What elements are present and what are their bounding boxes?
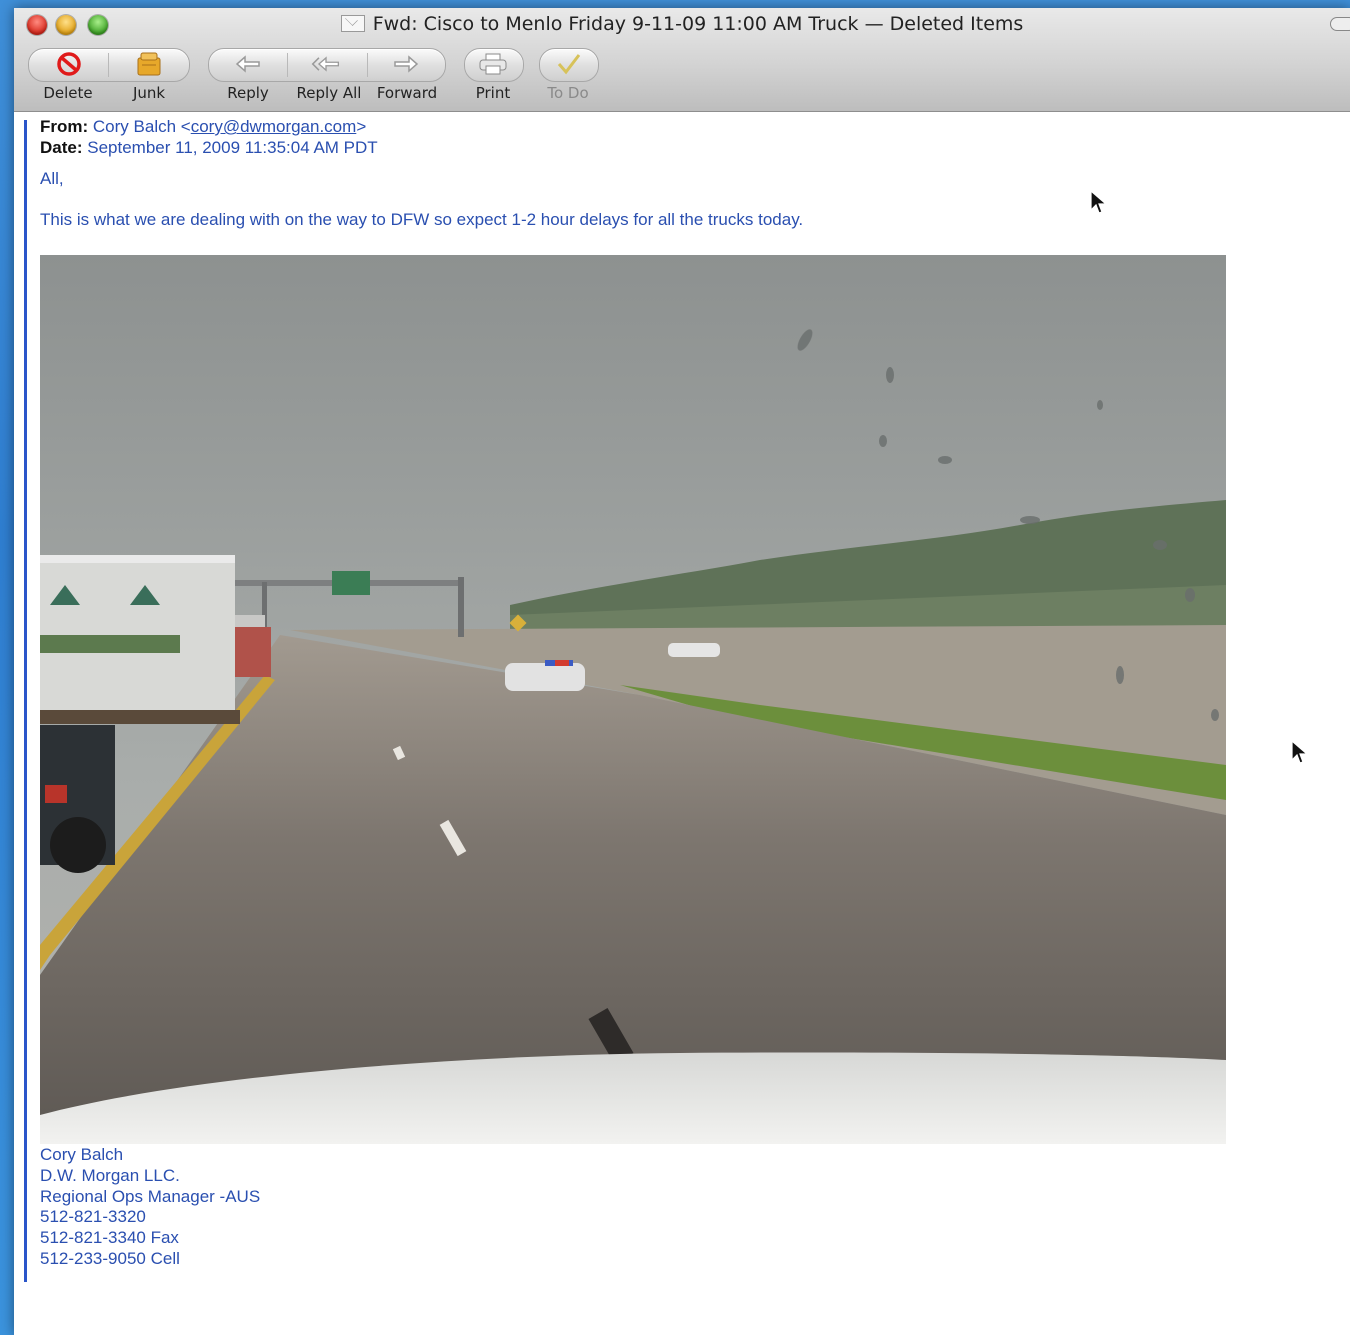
from-label: From: [40, 117, 89, 136]
delete-button[interactable]: Delete [42, 84, 94, 102]
greeting-text: All, [40, 169, 64, 188]
junk-button[interactable]: Junk [129, 84, 169, 102]
flooded-highway-photo[interactable] [40, 255, 1226, 1144]
from-line: From: Cory Balch <cory@dwmorgan.com> [40, 117, 367, 136]
signature-line: 512-233-9050 Cell [40, 1248, 180, 1268]
window-title: Fwd: Cisco to Menlo Friday 9-11-09 11:00… [14, 13, 1350, 35]
from-email-link[interactable]: cory@dwmorgan.com [191, 117, 357, 136]
date-line: Date: September 11, 2009 11:35:04 AM PDT [40, 138, 378, 158]
window-title-text: Fwd: Cisco to Menlo Friday 9-11-09 11:00… [372, 13, 1024, 35]
no-entry-icon[interactable] [54, 51, 84, 77]
reply-all-arrow-icon[interactable] [311, 51, 341, 77]
signature-line: 512-821-3340 Fax [40, 1228, 179, 1248]
message-content: From: Cory Balch <cory@dwmorgan.com> Dat… [14, 112, 1350, 1335]
toolbar-separator [108, 53, 109, 77]
toolbar-separator [367, 53, 368, 77]
photo-drawing [40, 255, 1226, 1144]
forward-arrow-icon[interactable] [391, 51, 421, 77]
reply-arrow-icon[interactable] [233, 51, 263, 77]
junk-bag-icon[interactable] [134, 51, 164, 77]
reply-all-button[interactable]: Reply All [293, 84, 365, 102]
body-text: This is what we are dealing with on the … [40, 210, 804, 229]
signature-line: Cory Balch [40, 1145, 124, 1164]
reply-button[interactable]: Reply [222, 84, 274, 102]
quote-bar [24, 120, 27, 1282]
envelope-icon [340, 15, 365, 32]
toolbar-toggle-button[interactable] [1330, 17, 1350, 31]
delete-junk-group [28, 48, 190, 82]
from-name: Cory Balch [92, 117, 177, 136]
forward-button[interactable]: Forward [373, 84, 441, 102]
signature-block: Cory Balch D.W. Morgan LLC. Regional Ops… [40, 1145, 260, 1270]
mouse-pointer-icon [1291, 740, 1309, 764]
toolbar-separator [287, 53, 288, 77]
mail-message-window: Fwd: Cisco to Menlo Friday 9-11-09 11:00… [14, 8, 1350, 1335]
todo-button[interactable]: To Do [540, 84, 596, 102]
signature-line: D.W. Morgan LLC. [40, 1165, 180, 1185]
checkmark-icon[interactable] [554, 51, 584, 77]
signature-line: Regional Ops Manager -AUS [40, 1186, 261, 1206]
title-toolbar-bar: Fwd: Cisco to Menlo Friday 9-11-09 11:00… [14, 8, 1350, 112]
signature-line: 512-821-3320 [40, 1207, 146, 1227]
date-value: September 11, 2009 11:35:04 AM PDT [87, 138, 378, 157]
date-label: Date: [40, 138, 83, 157]
print-button[interactable]: Print [470, 84, 516, 102]
printer-icon[interactable] [478, 51, 508, 77]
mouse-pointer-icon [1090, 190, 1108, 214]
